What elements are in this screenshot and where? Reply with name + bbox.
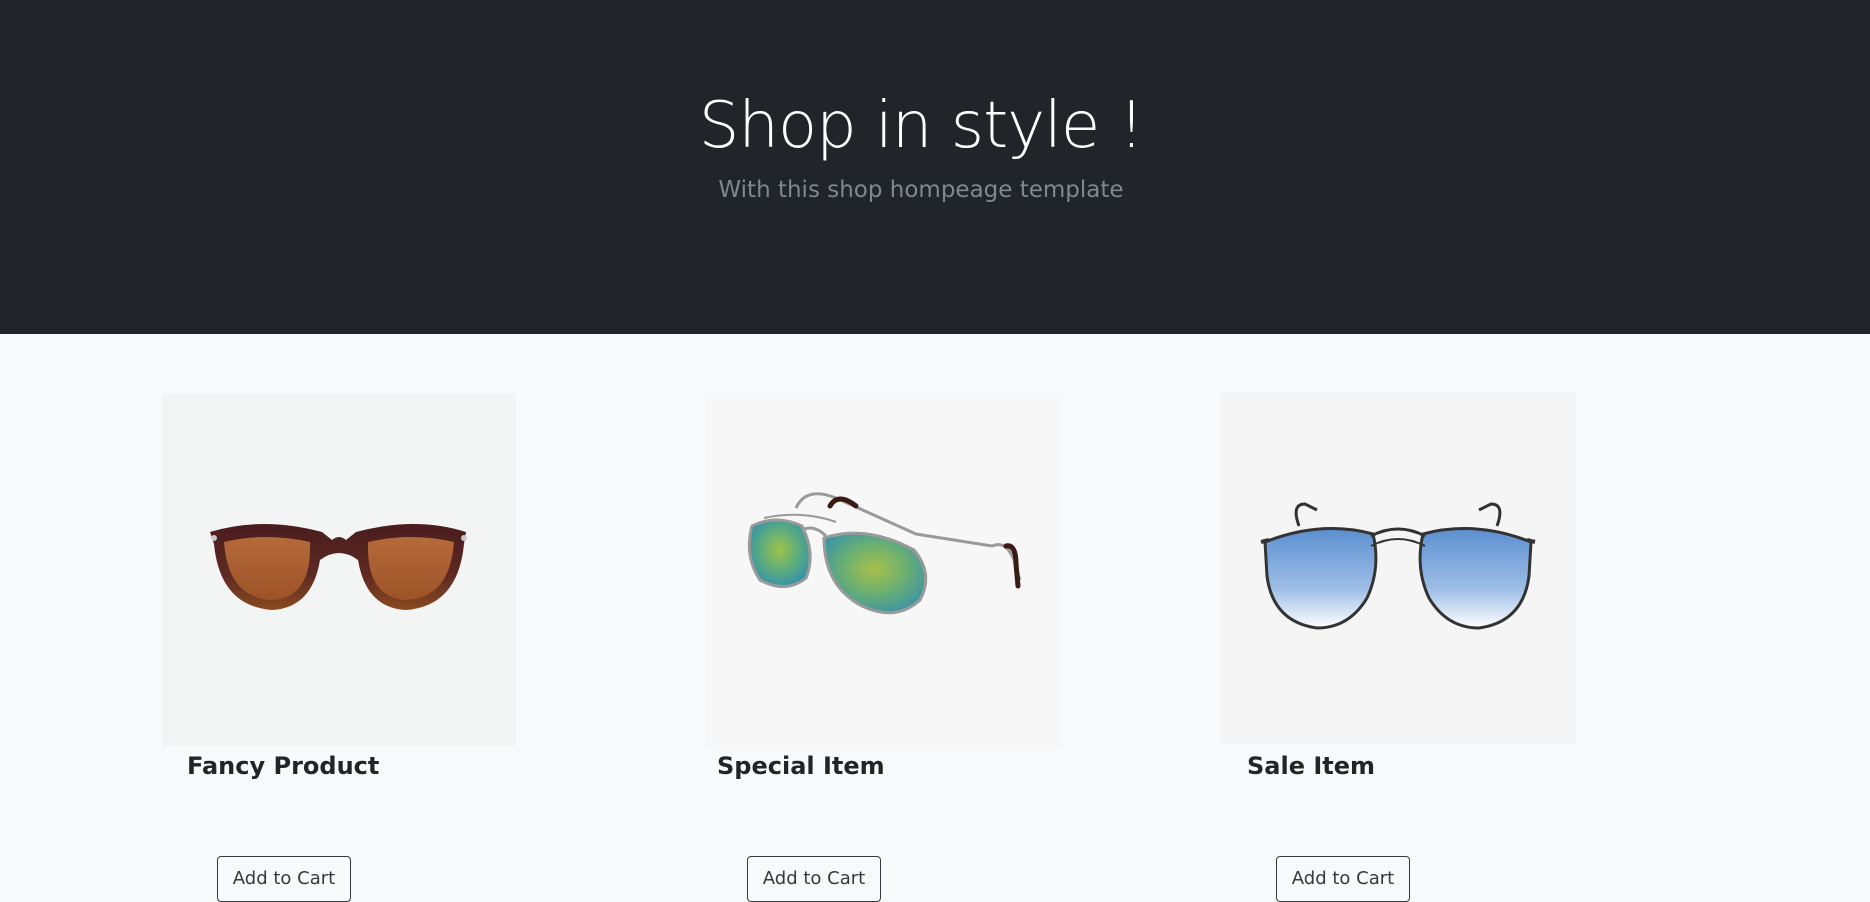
product-card: Fancy Product Add to Cart xyxy=(162,394,522,902)
product-card: Special Item Add to Cart xyxy=(706,394,1066,902)
product-name: Sale Item xyxy=(1247,752,1376,780)
hero-subtitle: With this shop hompeage template xyxy=(718,177,1124,203)
product-name: Special Item xyxy=(717,752,885,780)
green-mirror-aviator-sunglasses-icon xyxy=(747,492,1022,615)
product-image[interactable] xyxy=(162,394,516,746)
product-name: Fancy Product xyxy=(187,752,380,780)
product-image[interactable] xyxy=(706,394,1060,746)
hero-title: Shop in style ! xyxy=(698,89,1144,163)
product-card: Sale Item Add to Cart xyxy=(1221,392,1581,902)
round-brown-sunglasses-icon xyxy=(210,524,467,610)
add-to-cart-button[interactable]: Add to Cart xyxy=(1276,856,1410,902)
add-to-cart-button[interactable]: Add to Cart xyxy=(217,856,351,902)
product-image[interactable] xyxy=(1221,392,1575,744)
product-grid: Fancy Product Add to Cart Special Item A… xyxy=(0,334,1870,902)
blue-gradient-aviator-sunglasses-icon xyxy=(1260,502,1536,630)
add-to-cart-button[interactable]: Add to Cart xyxy=(747,856,881,902)
hero-banner: Shop in style ! With this shop hompeage … xyxy=(0,0,1870,334)
